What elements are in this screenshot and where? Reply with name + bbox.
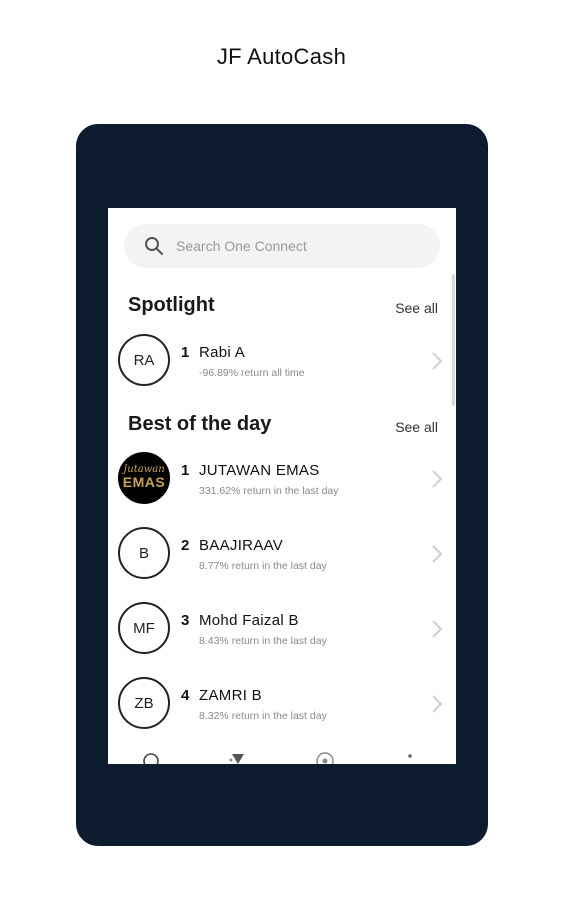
search-bar[interactable]: [124, 224, 440, 268]
chevron-right-icon: [432, 545, 443, 563]
app-title: JF AutoCash: [216, 44, 347, 69]
list-item[interactable]: MF 3 Mohd Faizal B 8.43% return in the l…: [118, 602, 444, 658]
compass-icon[interactable]: [315, 752, 335, 764]
return-text: 8.43% return in the last day: [199, 635, 327, 647]
chevron-right-icon: [432, 620, 443, 638]
tablet-frame: Spotlight See all RA 1 Rabi A -96.89% re…: [76, 124, 488, 846]
more-icon[interactable]: [406, 752, 414, 764]
chevron-right-icon: [432, 352, 443, 370]
app-screen: Spotlight See all RA 1 Rabi A -96.89% re…: [108, 208, 456, 764]
best-of-day-see-all-link[interactable]: See all: [395, 419, 438, 435]
scrollbar[interactable]: [452, 274, 455, 406]
home-icon[interactable]: [142, 752, 160, 764]
return-text: 8.32% return in the last day: [199, 710, 327, 722]
leaderboard-icon[interactable]: [228, 752, 248, 764]
best-of-day-title: Best of the day: [128, 413, 272, 435]
avatar: RA: [118, 334, 170, 386]
search-icon: [145, 237, 163, 255]
return-text: -96.89% return all time: [199, 367, 305, 379]
chevron-right-icon: [432, 470, 443, 488]
trader-name: Rabi A: [199, 344, 245, 361]
list-item[interactable]: ZB 4 ZAMRI B 8.32% return in the last da…: [118, 677, 444, 733]
return-text: 8.77% return in the last day: [199, 560, 327, 572]
search-input[interactable]: [176, 238, 416, 254]
trader-name: Mohd Faizal B: [199, 612, 299, 629]
trader-name: JUTAWAN EMAS: [199, 462, 320, 479]
trader-name: BAAJIRAAV: [199, 537, 284, 554]
rank: 4: [181, 687, 190, 704]
spotlight-see-all-link[interactable]: See all: [395, 300, 438, 316]
bottom-nav: [108, 746, 456, 764]
avatar-logo: Jutawan EMAS: [118, 452, 170, 504]
list-item[interactable]: Jutawan EMAS 1 JUTAWAN EMAS 331.62% retu…: [118, 452, 444, 508]
avatar: B: [118, 527, 170, 579]
spotlight-item[interactable]: RA 1 Rabi A -96.89% return all time: [118, 334, 444, 390]
logo-main-text: EMAS: [122, 474, 166, 491]
return-text: 331.62% return in the last day: [199, 485, 339, 497]
trader-name: ZAMRI B: [199, 687, 262, 704]
rank: 3: [181, 612, 190, 629]
spotlight-title: Spotlight: [128, 294, 215, 316]
avatar: ZB: [118, 677, 170, 729]
avatar: MF: [118, 602, 170, 654]
chevron-right-icon: [432, 695, 443, 713]
rank: 1: [181, 344, 190, 361]
rank: 1: [181, 462, 190, 479]
list-item[interactable]: B 2 BAAJIRAAV 8.77% return in the last d…: [118, 527, 444, 583]
rank: 2: [181, 537, 190, 554]
